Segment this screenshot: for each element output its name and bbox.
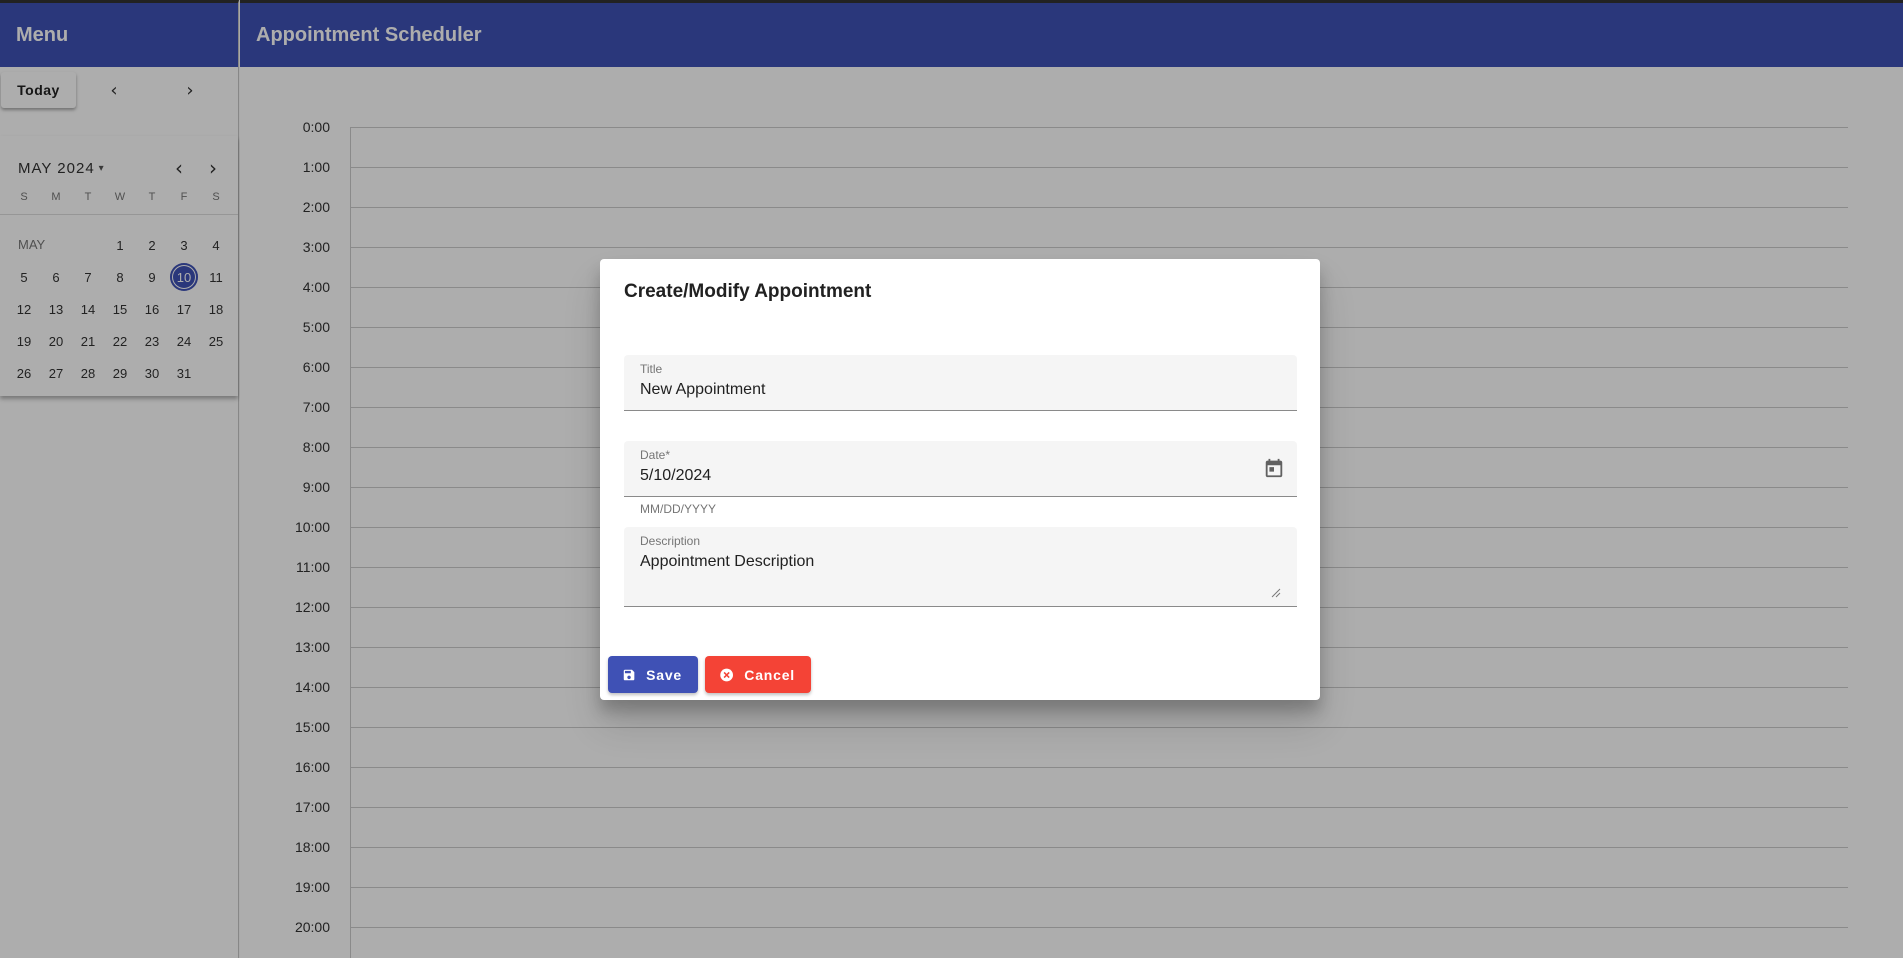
save-button[interactable]: Save xyxy=(608,656,698,693)
resize-handle-icon[interactable] xyxy=(1271,588,1281,598)
cancel-button-label: Cancel xyxy=(744,666,795,683)
title-field[interactable]: Title xyxy=(624,355,1297,411)
date-input[interactable] xyxy=(640,467,1240,485)
description-field-label: Description xyxy=(640,534,701,548)
date-format-hint: MM/DD/YYYY xyxy=(640,502,717,516)
description-field[interactable]: Description Appointment Description xyxy=(624,527,1297,607)
calendar-icon[interactable] xyxy=(1263,457,1285,479)
date-field-label: Date* xyxy=(640,448,671,462)
save-icon xyxy=(623,669,635,680)
appointment-dialog: Create/Modify Appointment Title Date* MM… xyxy=(600,259,1320,700)
date-field[interactable]: Date* xyxy=(624,441,1297,497)
title-field-label: Title xyxy=(640,362,663,376)
save-button-label: Save xyxy=(646,666,682,683)
cancel-button[interactable]: Cancel xyxy=(705,656,811,693)
description-textarea[interactable]: Appointment Description xyxy=(640,553,1240,571)
title-input[interactable] xyxy=(640,381,1240,399)
cancel-icon xyxy=(720,668,734,681)
dialog-title: Create/Modify Appointment xyxy=(624,281,872,302)
